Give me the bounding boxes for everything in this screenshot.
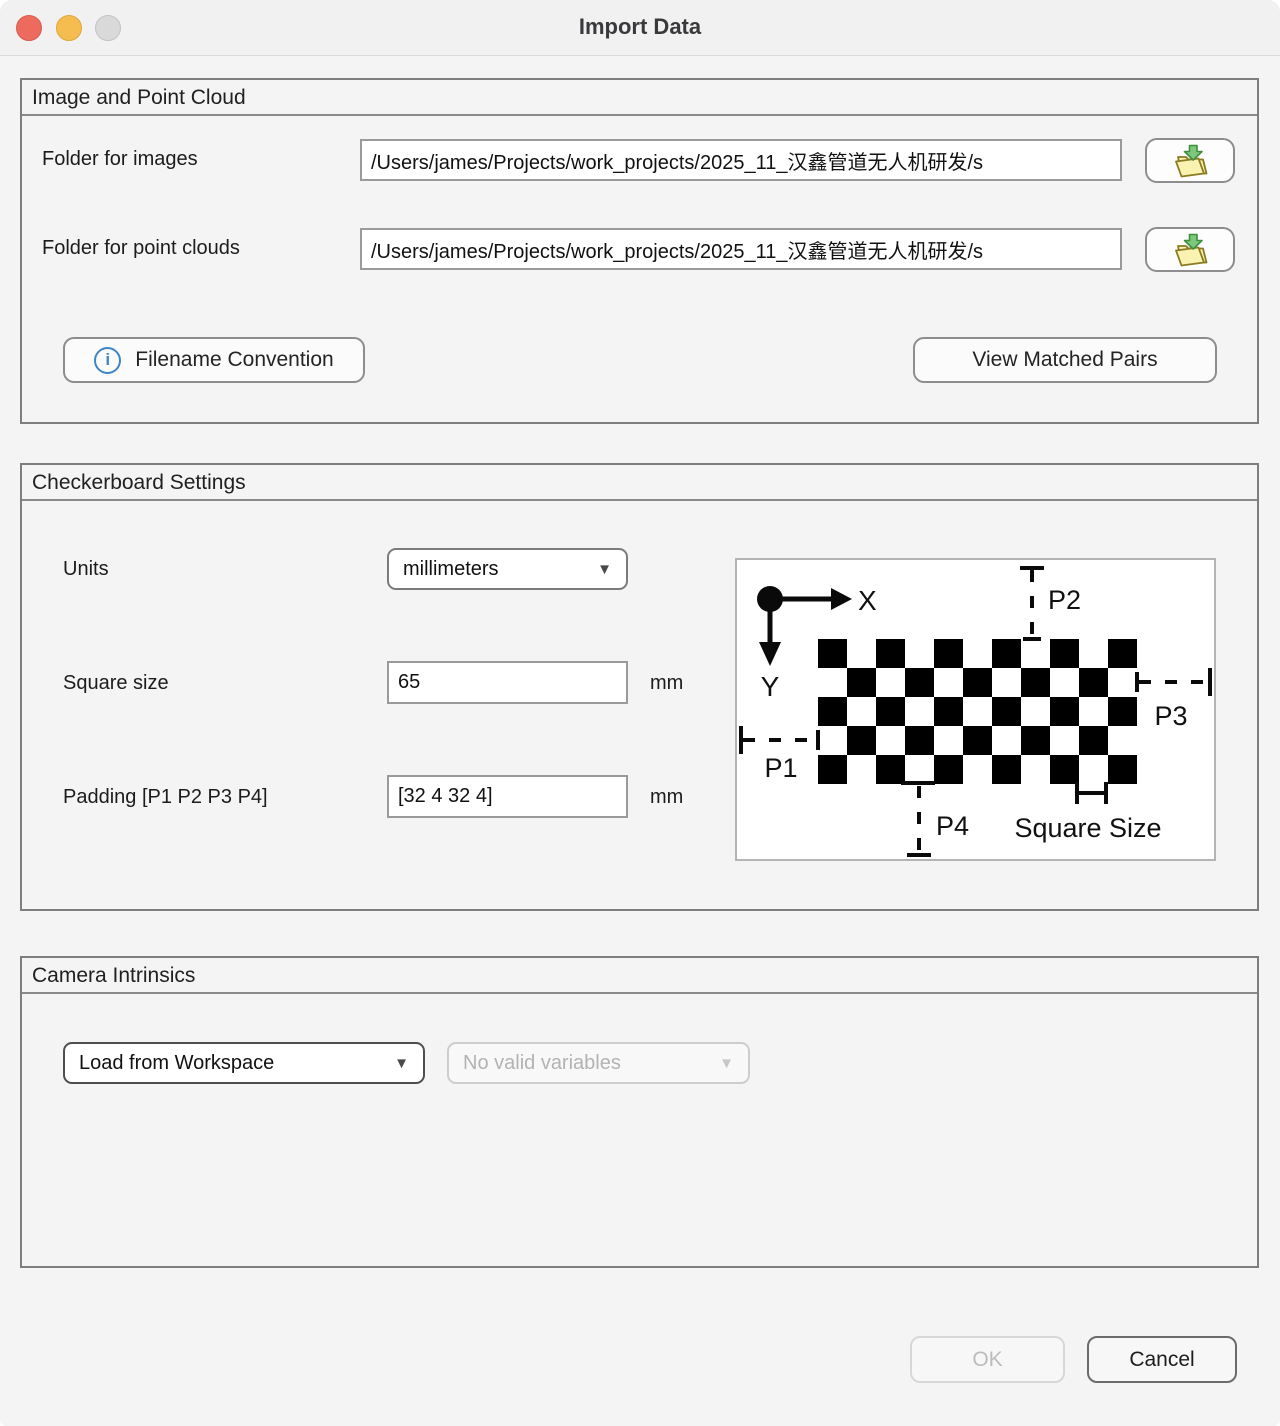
camera-intrinsics-group: Camera Intrinsics: [20, 956, 1259, 1268]
units-dropdown[interactable]: millimeters ▼: [387, 548, 628, 590]
checkerboard-diagram: X Y P2 P3 P1: [735, 558, 1216, 861]
folder-pointclouds-input[interactable]: [360, 228, 1122, 270]
padding-input[interactable]: [387, 775, 628, 818]
browse-pointclouds-button[interactable]: [1145, 227, 1235, 272]
ok-label: OK: [972, 1348, 1002, 1372]
intrinsics-source-dropdown[interactable]: Load from Workspace ▼: [63, 1042, 425, 1084]
p2-marker: [1020, 568, 1044, 639]
cancel-button[interactable]: Cancel: [1087, 1336, 1237, 1383]
y-axis-label: Y: [761, 671, 780, 702]
chevron-down-icon: ▼: [394, 1055, 409, 1072]
padding-label: Padding [P1 P2 P3 P4]: [63, 786, 268, 809]
x-axis-label: X: [858, 585, 877, 616]
square-size-diagram-label: Square Size: [1014, 813, 1161, 843]
cancel-label: Cancel: [1129, 1348, 1194, 1372]
open-folder-icon: [1169, 143, 1211, 178]
browse-images-button[interactable]: [1145, 138, 1235, 183]
checkerboard-pattern: [818, 639, 1137, 784]
ok-button: OK: [910, 1336, 1065, 1383]
p2-label: P2: [1048, 585, 1081, 615]
filename-convention-button[interactable]: i Filename Convention: [63, 337, 365, 383]
view-matched-pairs-label: View Matched Pairs: [972, 348, 1157, 372]
import-data-dialog: Import Data Image and Point Cloud Folder…: [0, 0, 1280, 1426]
units-value: millimeters: [403, 558, 499, 581]
window-title: Import Data: [0, 14, 1280, 40]
padding-unit: mm: [650, 786, 683, 809]
checkerboard-diagram-svg: X Y P2 P3 P1: [737, 560, 1214, 859]
chevron-down-icon: ▼: [597, 561, 612, 578]
group-title: Checkerboard Settings: [22, 465, 1257, 501]
square-size-input[interactable]: [387, 661, 628, 704]
folder-images-input[interactable]: [360, 139, 1122, 181]
chevron-down-icon: ▼: [719, 1055, 734, 1072]
intrinsics-source-value: Load from Workspace: [79, 1052, 274, 1075]
folder-images-label: Folder for images: [42, 148, 198, 171]
p4-marker: [901, 783, 935, 855]
title-bar: Import Data: [0, 0, 1280, 56]
group-title: Image and Point Cloud: [22, 80, 1257, 116]
p1-marker: [741, 726, 818, 754]
group-title: Camera Intrinsics: [22, 958, 1257, 994]
view-matched-pairs-button[interactable]: View Matched Pairs: [913, 337, 1217, 383]
intrinsics-variable-value: No valid variables: [463, 1052, 621, 1075]
square-size-unit: mm: [650, 672, 683, 695]
square-size-label: Square size: [63, 672, 169, 695]
p1-label: P1: [764, 753, 797, 783]
folder-pointclouds-label: Folder for point clouds: [42, 237, 240, 260]
p3-marker: [1137, 668, 1210, 696]
intrinsics-variable-dropdown: No valid variables ▼: [447, 1042, 750, 1084]
p4-label: P4: [936, 811, 969, 841]
filename-convention-label: Filename Convention: [135, 348, 333, 372]
square-size-marker: [1077, 782, 1106, 804]
p3-label: P3: [1154, 701, 1187, 731]
units-label: Units: [63, 558, 109, 581]
open-folder-icon: [1169, 232, 1211, 267]
info-icon: i: [94, 347, 121, 374]
